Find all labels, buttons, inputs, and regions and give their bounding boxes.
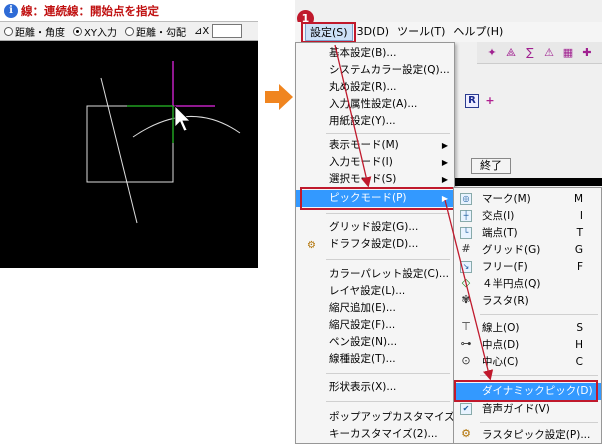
menu-separator (480, 314, 598, 315)
drafter-icon: ⚙ (307, 240, 316, 251)
pick-item-mark[interactable]: ◎ マーク(M) M (454, 191, 601, 208)
midpoint-icon: ⊶ (460, 337, 472, 350)
toolbar-r-button[interactable]: R (465, 94, 479, 108)
menu-item-input-mode[interactable]: 入力モード(I) ▶ (296, 154, 454, 171)
menu-item-key-customize[interactable]: キーカスタマイズ(2)... (296, 426, 454, 443)
submenu-arrow-icon: ▶ (441, 158, 448, 167)
pick-item-intersection[interactable]: ┼ 交点(I) I (454, 208, 601, 225)
menu-item-drafter-settings[interactable]: ⚙ ドラフタ設定(D)... (296, 236, 454, 253)
menu-item-popup-customize[interactable]: ポップアップカスタマイズ(1)... (296, 409, 480, 426)
menu-item-shape-display[interactable]: 形状表示(X)... (296, 379, 454, 396)
grid-icon: # (461, 242, 471, 255)
menu-item-pen-settings[interactable]: ペン設定(N)... (296, 334, 454, 351)
toolbar-plus-button[interactable]: + (483, 94, 497, 108)
menu-item-select-mode[interactable]: 選択モード(S) ▶ (296, 171, 454, 188)
menu-item-basic-settings[interactable]: 基本設定(B)... (296, 45, 454, 62)
raster-pick-icon: ⚙ (461, 427, 471, 440)
app-window: 1 設定(S) 3D(D) ツール(T) ヘルプ(H) ✦ ⟁ ∑ ⚠ ▦ ✚ … (295, 0, 602, 444)
menu-item-scale-add[interactable]: 縮尺追加(E)... (296, 300, 454, 317)
submenu-arrow-icon: ▶ (441, 141, 448, 150)
toolbar: ✦ ⟁ ∑ ⚠ ▦ ✚ (477, 42, 602, 64)
dynamic-pick-highlight-frame (454, 380, 598, 402)
menu-item-system-color[interactable]: システムカラー設定(Q)... (296, 62, 454, 79)
end-button[interactable]: 終了 (471, 158, 511, 174)
online-icon: ⊤ (461, 320, 471, 333)
endpoint-icon: └ (460, 227, 472, 239)
menu-item-grid-settings[interactable]: グリッド設定(G)... (296, 219, 454, 236)
settings-highlight-frame (301, 22, 356, 43)
pick-item-midpoint[interactable]: ⊶ 中点(D) H (454, 337, 601, 354)
menu-separator (326, 373, 450, 374)
drawing-canvas[interactable] (5, 43, 254, 266)
radio-icon[interactable] (4, 26, 13, 36)
pick-item-raster-pick-settings[interactable]: ⚙ ラスタピック設定(P)... (454, 427, 601, 444)
quadrant-icon: ◇ (461, 276, 471, 289)
tool-icon-6[interactable]: ✚ (580, 46, 594, 60)
menu-separator (326, 133, 450, 134)
pick-item-online[interactable]: ⊤ 線上(O) S (454, 320, 601, 337)
menu-item-linetype[interactable]: 線種設定(T)... (296, 351, 454, 368)
pick-item-free[interactable]: ↘ フリー(F) F (454, 259, 601, 276)
info-icon: i (4, 3, 18, 18)
menu-item-display-mode[interactable]: 表示モード(M) ▶ (296, 137, 454, 154)
submenu-arrow-icon: ▶ (441, 175, 448, 184)
tool-icon-4[interactable]: ⚠ (542, 46, 556, 60)
pick-item-raster[interactable]: ✾ ラスタ(R) (454, 293, 601, 310)
menu-tools[interactable]: ツール(T) (393, 23, 449, 41)
menu-item-paper[interactable]: 用紙設定(Y)... (296, 113, 454, 130)
menu-separator (326, 213, 450, 214)
prompt-text: 線：連続線：開始点を指定 (21, 3, 159, 18)
pick-item-grid[interactable]: # グリッド(G) G (454, 242, 601, 259)
raster-icon: ✾ (461, 293, 471, 306)
option-xy-input[interactable]: XY入力 (73, 24, 117, 39)
menu-item-layer[interactable]: レイヤ設定(L)... (296, 283, 454, 300)
menu-separator (326, 259, 450, 260)
menu-item-color-palette[interactable]: カラーパレット設定(C)... (296, 266, 454, 283)
dx-label: ⊿X (193, 25, 210, 37)
center-icon: ⊙ (461, 354, 471, 367)
cad-canvas-panel: i 線：連続線：開始点を指定 距離・角度 XY入力 距離・勾配 ⊿X (0, 0, 258, 268)
pick-item-endpoint[interactable]: └ 端点(T) T (454, 225, 601, 242)
menu-item-rounding[interactable]: 丸め設定(R)... (296, 79, 454, 96)
pick-mode-highlight-frame (300, 187, 456, 210)
tool-icon-5[interactable]: ▦ (561, 46, 575, 60)
settings-dropdown-menu: 基本設定(B)... システムカラー設定(Q)... 丸め設定(R)... 入力… (295, 42, 480, 444)
prompt-bar: i 線：連続線：開始点を指定 (0, 0, 258, 22)
radio-selected-icon[interactable] (73, 26, 82, 36)
input-options-bar: 距離・角度 XY入力 距離・勾配 ⊿X (0, 22, 258, 41)
option-distance-angle[interactable]: 距離・角度 (4, 24, 65, 39)
pick-item-center[interactable]: ⊙ 中心(C) C (454, 354, 601, 371)
radio-icon[interactable] (124, 26, 134, 36)
option-distance-slope[interactable]: 距離・勾配 (124, 24, 186, 39)
menu-separator (480, 422, 598, 423)
right-arrow-icon (265, 84, 293, 110)
pick-mode-submenu: ◎ マーク(M) M ┼ 交点(I) I └ 端点(T) T # グリッド(G) G ↘ フリー(… (453, 187, 602, 444)
menu-separator (326, 401, 450, 402)
menu-item-scale-settings[interactable]: 縮尺設定(F)... (296, 317, 454, 334)
tool-icon-2[interactable]: ⟁ (504, 46, 518, 60)
menu-item-input-attr[interactable]: 入力属性設定(A)... (296, 96, 454, 113)
tool-icon-3[interactable]: ∑ (523, 46, 537, 60)
menu-separator (480, 375, 598, 376)
intersection-icon: ┼ (460, 210, 472, 222)
check-icon: ✔ (460, 403, 472, 415)
mark-icon: ◎ (460, 193, 472, 205)
free-icon: ↘ (460, 261, 472, 273)
tool-icon-1[interactable]: ✦ (485, 46, 499, 60)
canvas-strip (453, 178, 602, 186)
menu-help[interactable]: ヘルプ(H) (449, 23, 507, 41)
dx-input[interactable] (212, 24, 243, 38)
pick-item-voice-guide[interactable]: ✔ 音声ガイド(V) (454, 401, 601, 418)
pick-item-quadrant[interactable]: ◇ ４半円点(Q) (454, 276, 601, 293)
menu-3d[interactable]: 3D(D) (353, 23, 394, 41)
